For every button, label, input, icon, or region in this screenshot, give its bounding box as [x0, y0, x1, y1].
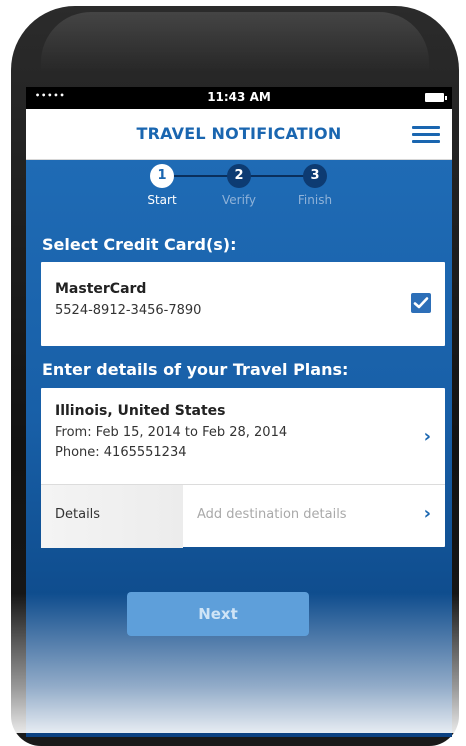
card-number: 5524-8912-3456-7890 [55, 303, 202, 318]
credit-card-item[interactable]: MasterCard 5524-8912-3456-7890 [41, 262, 445, 346]
app-screen: ••••• 11:43 AM TRAVEL NOTIFICATION 1 2 3… [26, 87, 452, 737]
chevron-right-icon: › [423, 503, 431, 524]
step-1-indicator: 1 [150, 164, 174, 188]
step-2-label: Verify [221, 193, 257, 207]
travel-dates: From: Feb 15, 2014 to Feb 28, 2014 [55, 425, 288, 440]
step-2-indicator: 2 [227, 164, 251, 188]
card-select-checkbox[interactable] [411, 293, 431, 313]
destination-details-placeholder: Add destination details [197, 507, 347, 522]
battery-icon [425, 93, 447, 102]
destination-details-row[interactable]: Details Add destination details › [41, 484, 445, 548]
travel-plan-card: Illinois, United States From: Feb 15, 20… [41, 388, 445, 548]
details-label: Details [55, 507, 101, 522]
checkmark-icon [413, 297, 429, 309]
card-name: MasterCard [55, 281, 147, 297]
contact-phone: Phone: 4165551234 [55, 445, 187, 460]
details-label-cell: Details [41, 485, 183, 548]
status-bar: ••••• 11:43 AM [26, 87, 452, 109]
step-3-label: Finish [297, 193, 333, 207]
step-3-indicator: 3 [303, 164, 327, 188]
chevron-right-icon: › [423, 426, 431, 447]
hamburger-menu-icon[interactable] [412, 126, 440, 144]
status-time: 11:43 AM [207, 90, 271, 104]
destination-row[interactable]: Illinois, United States From: Feb 15, 20… [41, 388, 445, 484]
next-button[interactable]: Next [127, 592, 309, 636]
destination-name: Illinois, United States [55, 403, 226, 419]
travel-plans-heading: Enter details of your Travel Plans: [42, 360, 349, 379]
main-content: 1 2 3 Start Verify Finish Select Credit … [26, 160, 452, 737]
phone-reflection [41, 12, 429, 72]
select-card-heading: Select Credit Card(s): [42, 235, 237, 254]
step-1-label: Start [147, 193, 177, 207]
header-bar: TRAVEL NOTIFICATION [26, 109, 452, 160]
page-title: TRAVEL NOTIFICATION [136, 124, 342, 143]
